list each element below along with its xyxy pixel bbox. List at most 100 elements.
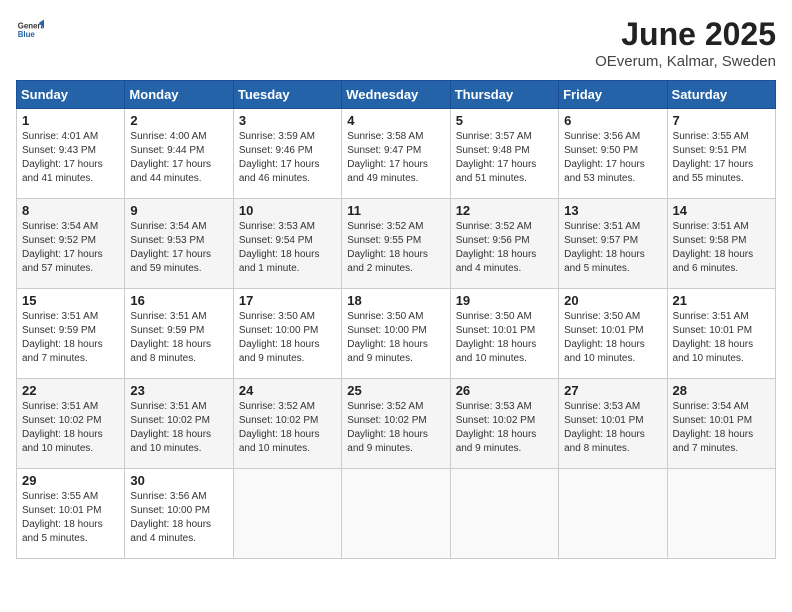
day-number: 17 <box>239 293 336 308</box>
logo-icon: General Blue <box>16 16 44 44</box>
day-info: Sunrise: 3:51 AM Sunset: 9:59 PM Dayligh… <box>130 310 227 366</box>
empty-cell <box>450 469 558 559</box>
day-cell: 24 Sunrise: 3:52 AM Sunset: 10:02 PM Dayl… <box>233 379 341 469</box>
day-info: Sunrise: 3:51 AM Sunset: 10:02 PM Daylig… <box>130 400 227 456</box>
col-saturday: Saturday <box>667 81 775 109</box>
calendar-row: 22 Sunrise: 3:51 AM Sunset: 10:02 PM Dayl… <box>17 379 776 469</box>
day-info: Sunrise: 3:51 AM Sunset: 9:58 PM Dayligh… <box>673 220 770 276</box>
day-cell: 5 Sunrise: 3:57 AM Sunset: 9:48 PM Daylig… <box>450 109 558 199</box>
day-cell: 17 Sunrise: 3:50 AM Sunset: 10:00 PM Dayl… <box>233 289 341 379</box>
col-thursday: Thursday <box>450 81 558 109</box>
day-info: Sunrise: 3:58 AM Sunset: 9:47 PM Dayligh… <box>347 130 444 186</box>
day-cell: 26 Sunrise: 3:53 AM Sunset: 10:02 PM Dayl… <box>450 379 558 469</box>
col-tuesday: Tuesday <box>233 81 341 109</box>
day-info: Sunrise: 3:55 AM Sunset: 10:01 PM Daylig… <box>22 490 119 546</box>
day-info: Sunrise: 3:51 AM Sunset: 10:01 PM Daylig… <box>673 310 770 366</box>
day-cell: 11 Sunrise: 3:52 AM Sunset: 9:55 PM Dayli… <box>342 199 450 289</box>
col-wednesday: Wednesday <box>342 81 450 109</box>
day-cell: 30 Sunrise: 3:56 AM Sunset: 10:00 PM Dayl… <box>125 469 233 559</box>
day-info: Sunrise: 3:52 AM Sunset: 9:55 PM Dayligh… <box>347 220 444 276</box>
day-info: Sunrise: 3:50 AM Sunset: 10:00 PM Daylig… <box>347 310 444 366</box>
day-cell: 1Sunrise: 4:01 AM Sunset: 9:43 PM Daylig… <box>17 109 125 199</box>
day-number: 27 <box>564 383 661 398</box>
svg-text:Blue: Blue <box>18 30 36 39</box>
day-info: Sunrise: 3:56 AM Sunset: 10:00 PM Daylig… <box>130 490 227 546</box>
day-cell: 22 Sunrise: 3:51 AM Sunset: 10:02 PM Dayl… <box>17 379 125 469</box>
day-cell: 7 Sunrise: 3:55 AM Sunset: 9:51 PM Daylig… <box>667 109 775 199</box>
day-number: 12 <box>456 203 553 218</box>
day-cell: 25 Sunrise: 3:52 AM Sunset: 10:02 PM Dayl… <box>342 379 450 469</box>
day-cell: 10 Sunrise: 3:53 AM Sunset: 9:54 PM Dayli… <box>233 199 341 289</box>
day-cell: 2Sunrise: 4:00 AM Sunset: 9:44 PM Daylig… <box>125 109 233 199</box>
day-cell: 9 Sunrise: 3:54 AM Sunset: 9:53 PM Daylig… <box>125 199 233 289</box>
day-cell: 19Sunrise: 3:50 AM Sunset: 10:01 PM Dayl… <box>450 289 558 379</box>
day-info: Sunrise: 3:51 AM Sunset: 9:57 PM Dayligh… <box>564 220 661 276</box>
day-number: 13 <box>564 203 661 218</box>
day-info: Sunrise: 3:53 AM Sunset: 10:02 PM Daylig… <box>456 400 553 456</box>
day-cell: 21 Sunrise: 3:51 AM Sunset: 10:01 PM Dayl… <box>667 289 775 379</box>
subtitle: OEverum, Kalmar, Sweden <box>595 53 776 70</box>
day-info: Sunrise: 3:50 AM Sunset: 10:01 PM Daylig… <box>564 310 661 366</box>
day-cell: 6 Sunrise: 3:56 AM Sunset: 9:50 PM Daylig… <box>559 109 667 199</box>
day-info: Sunrise: 3:54 AM Sunset: 9:53 PM Dayligh… <box>130 220 227 276</box>
col-sunday: Sunday <box>17 81 125 109</box>
day-info: Sunrise: 3:57 AM Sunset: 9:48 PM Dayligh… <box>456 130 553 186</box>
day-cell: 20 Sunrise: 3:50 AM Sunset: 10:01 PM Dayl… <box>559 289 667 379</box>
day-cell: 12Sunrise: 3:52 AM Sunset: 9:56 PM Dayli… <box>450 199 558 289</box>
day-number: 26 <box>456 383 553 398</box>
calendar-row: 15 Sunrise: 3:51 AM Sunset: 9:59 PM Dayli… <box>17 289 776 379</box>
day-number: 20 <box>564 293 661 308</box>
day-cell: 29 Sunrise: 3:55 AM Sunset: 10:01 PM Dayl… <box>17 469 125 559</box>
day-info: Sunrise: 3:59 AM Sunset: 9:46 PM Dayligh… <box>239 130 336 186</box>
day-number: 29 <box>22 473 119 488</box>
calendar-table: Sunday Monday Tuesday Wednesday Thursday… <box>16 80 776 559</box>
day-cell: 28Sunrise: 3:54 AM Sunset: 10:01 PM Dayl… <box>667 379 775 469</box>
day-number: 15 <box>22 293 119 308</box>
day-info: Sunrise: 4:00 AM Sunset: 9:44 PM Dayligh… <box>130 130 227 186</box>
day-info: Sunrise: 3:51 AM Sunset: 9:59 PM Dayligh… <box>22 310 119 366</box>
day-number: 11 <box>347 203 444 218</box>
main-title: June 2025 <box>595 16 776 53</box>
day-cell: 14 Sunrise: 3:51 AM Sunset: 9:58 PM Dayli… <box>667 199 775 289</box>
day-cell: 18 Sunrise: 3:50 AM Sunset: 10:00 PM Dayl… <box>342 289 450 379</box>
day-number: 5 <box>456 113 553 128</box>
empty-cell <box>667 469 775 559</box>
day-number: 6 <box>564 113 661 128</box>
day-cell: 27 Sunrise: 3:53 AM Sunset: 10:01 PM Dayl… <box>559 379 667 469</box>
day-info: Sunrise: 3:50 AM Sunset: 10:01 PM Daylig… <box>456 310 553 366</box>
day-number: 25 <box>347 383 444 398</box>
day-number: 16 <box>130 293 227 308</box>
day-cell: 13 Sunrise: 3:51 AM Sunset: 9:57 PM Dayli… <box>559 199 667 289</box>
day-info: Sunrise: 3:55 AM Sunset: 9:51 PM Dayligh… <box>673 130 770 186</box>
day-info: Sunrise: 3:53 AM Sunset: 10:01 PM Daylig… <box>564 400 661 456</box>
day-info: Sunrise: 3:51 AM Sunset: 10:02 PM Daylig… <box>22 400 119 456</box>
day-number: 21 <box>673 293 770 308</box>
day-number: 18 <box>347 293 444 308</box>
calendar-row: 29 Sunrise: 3:55 AM Sunset: 10:01 PM Dayl… <box>17 469 776 559</box>
day-cell: 23 Sunrise: 3:51 AM Sunset: 10:02 PM Dayl… <box>125 379 233 469</box>
day-number: 1 <box>22 113 119 128</box>
empty-cell <box>559 469 667 559</box>
day-number: 24 <box>239 383 336 398</box>
empty-cell <box>342 469 450 559</box>
day-number: 7 <box>673 113 770 128</box>
day-info: Sunrise: 3:52 AM Sunset: 10:02 PM Daylig… <box>347 400 444 456</box>
calendar-row: 8 Sunrise: 3:54 AM Sunset: 9:52 PM Daylig… <box>17 199 776 289</box>
day-number: 10 <box>239 203 336 218</box>
day-number: 22 <box>22 383 119 398</box>
day-info: Sunrise: 3:56 AM Sunset: 9:50 PM Dayligh… <box>564 130 661 186</box>
day-cell: 15 Sunrise: 3:51 AM Sunset: 9:59 PM Dayli… <box>17 289 125 379</box>
day-info: Sunrise: 3:54 AM Sunset: 9:52 PM Dayligh… <box>22 220 119 276</box>
col-monday: Monday <box>125 81 233 109</box>
day-info: Sunrise: 3:50 AM Sunset: 10:00 PM Daylig… <box>239 310 336 366</box>
day-number: 28 <box>673 383 770 398</box>
calendar-row: 1Sunrise: 4:01 AM Sunset: 9:43 PM Daylig… <box>17 109 776 199</box>
col-friday: Friday <box>559 81 667 109</box>
day-number: 23 <box>130 383 227 398</box>
day-info: Sunrise: 3:52 AM Sunset: 10:02 PM Daylig… <box>239 400 336 456</box>
day-number: 8 <box>22 203 119 218</box>
day-number: 30 <box>130 473 227 488</box>
day-number: 14 <box>673 203 770 218</box>
day-number: 9 <box>130 203 227 218</box>
day-info: Sunrise: 3:53 AM Sunset: 9:54 PM Dayligh… <box>239 220 336 276</box>
